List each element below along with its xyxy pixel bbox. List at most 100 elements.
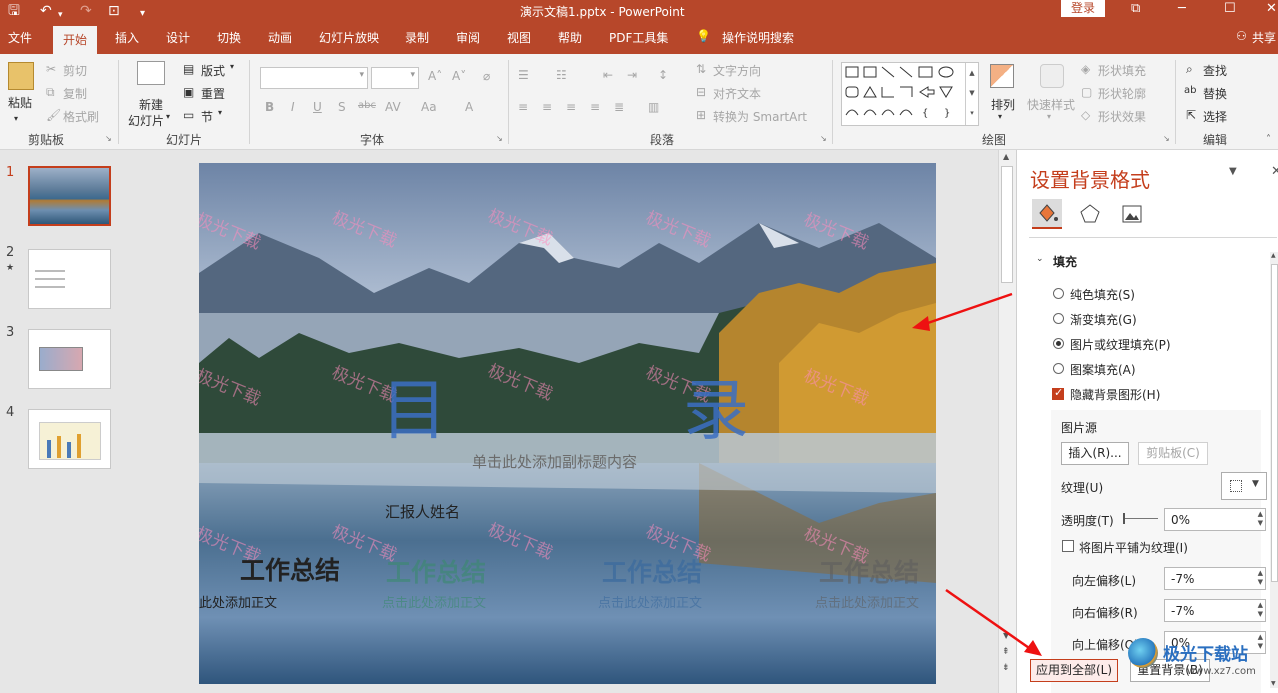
italic-icon[interactable]: I bbox=[291, 100, 295, 114]
shadow-icon[interactable]: S bbox=[338, 100, 346, 114]
tab-design[interactable]: 设计 bbox=[166, 29, 190, 46]
pane-scrollbar[interactable]: ▲ ▼ bbox=[1270, 252, 1278, 688]
replace-icon[interactable]: ab bbox=[1184, 85, 1196, 96]
item-body-3[interactable]: 点击此处添加正文 bbox=[598, 592, 702, 611]
increase-font-icon[interactable]: A˄ bbox=[428, 69, 442, 83]
text-direction-icon[interactable]: ⇅ bbox=[696, 62, 706, 76]
slide-thumb-4[interactable] bbox=[28, 409, 111, 469]
tab-home[interactable]: 开始 bbox=[53, 26, 98, 54]
line-spacing-icon[interactable]: ↕ bbox=[658, 68, 668, 82]
slide-vertical-scrollbar[interactable]: ▲ ▼ ⇞ ⇟ bbox=[998, 150, 1016, 693]
current-slide[interactable]: 极光下载 极光下载 极光下载 极光下载 极光下载 极光下载 极光下载 极光下载 … bbox=[199, 163, 936, 684]
scroll-down-icon[interactable]: ▼ bbox=[1003, 631, 1009, 640]
shape-effects-icon[interactable]: ◇ bbox=[1081, 108, 1090, 122]
quick-styles-icon[interactable] bbox=[1040, 64, 1064, 88]
cut-icon[interactable]: ✂ bbox=[46, 62, 56, 76]
char-spacing-icon[interactable]: AV bbox=[385, 100, 401, 114]
clipboard-button[interactable]: 剪贴板(C) bbox=[1138, 442, 1208, 465]
gradient-fill-label[interactable]: 渐变填充(G) bbox=[1070, 311, 1137, 328]
reset-button[interactable]: 重置 bbox=[201, 85, 225, 102]
format-painter-button[interactable]: 格式刷 bbox=[63, 108, 99, 125]
picture-tab-icon[interactable] bbox=[1117, 199, 1147, 229]
paragraph-launcher-icon[interactable]: ↘ bbox=[820, 134, 827, 143]
tab-record[interactable]: 录制 bbox=[405, 29, 429, 46]
tab-animations[interactable]: 动画 bbox=[268, 29, 292, 46]
maximize-icon[interactable]: ☐ bbox=[1224, 1, 1236, 16]
close-icon[interactable]: ✕ bbox=[1266, 1, 1277, 16]
tab-slideshow[interactable]: 幻灯片放映 bbox=[319, 29, 379, 46]
subtitle-placeholder[interactable]: 单击此处添加副标题内容 bbox=[472, 451, 637, 472]
item-title-3[interactable]: 工作总结 bbox=[602, 553, 702, 589]
arrange-dropdown-icon[interactable]: ▾ bbox=[998, 112, 1002, 121]
arrange-button[interactable]: 排列 bbox=[991, 96, 1015, 113]
tile-checkbox[interactable] bbox=[1062, 540, 1074, 552]
align-right-icon[interactable]: ≡ bbox=[566, 100, 576, 114]
shapes-gallery[interactable]: {} ▲ ▼ ▾ bbox=[841, 62, 979, 126]
shape-outline-button[interactable]: 形状轮廓 bbox=[1098, 85, 1146, 102]
item-title-4[interactable]: 工作总结 bbox=[819, 553, 919, 589]
strikethrough-icon[interactable]: abc bbox=[358, 100, 376, 111]
slide-thumb-1[interactable] bbox=[28, 166, 111, 226]
font-size-dropdown[interactable]: ▾ bbox=[371, 67, 419, 89]
paste-button[interactable]: 粘贴 bbox=[8, 94, 32, 111]
find-icon[interactable]: ⌕ bbox=[1186, 62, 1193, 77]
apply-to-all-button[interactable]: 应用到全部(L) bbox=[1030, 659, 1118, 682]
smartart-icon[interactable]: ⊞ bbox=[696, 108, 706, 122]
collapse-ribbon-icon[interactable]: ˄ bbox=[1266, 134, 1271, 145]
arrange-icon[interactable] bbox=[990, 64, 1014, 88]
pattern-fill-label[interactable]: 图案填充(A) bbox=[1070, 361, 1136, 378]
select-button[interactable]: 选择 bbox=[1203, 108, 1227, 125]
columns-icon[interactable]: ▥ bbox=[648, 100, 659, 114]
bold-icon[interactable]: B bbox=[265, 100, 274, 114]
section-button[interactable]: 节 bbox=[201, 108, 213, 125]
pattern-fill-radio[interactable] bbox=[1053, 363, 1064, 374]
toc-title-right[interactable]: 录 bbox=[683, 357, 749, 453]
slide-thumb-2[interactable] bbox=[28, 249, 111, 309]
quick-styles-dropdown-icon[interactable]: ▾ bbox=[1047, 112, 1051, 121]
new-slide-dropdown-icon[interactable]: ▾ bbox=[166, 112, 170, 121]
shape-fill-button[interactable]: 形状填充 bbox=[1098, 62, 1146, 79]
clipboard-launcher-icon[interactable]: ↘ bbox=[105, 134, 112, 143]
transparency-input[interactable]: 0% ▲ ▼ bbox=[1164, 508, 1266, 531]
reporter-name[interactable]: 汇报人姓名 bbox=[385, 501, 460, 522]
clear-format-icon[interactable]: ⌀ bbox=[483, 69, 490, 83]
layout-icon[interactable]: ▤ bbox=[183, 62, 194, 76]
minimize-icon[interactable]: ─ bbox=[1178, 1, 1186, 16]
replace-button[interactable]: 替换 bbox=[1203, 85, 1227, 102]
numbering-icon[interactable]: ☷ bbox=[556, 68, 567, 82]
section-collapse-icon[interactable]: ⌄ bbox=[1036, 254, 1044, 264]
gradient-fill-radio[interactable] bbox=[1053, 313, 1064, 324]
tab-review[interactable]: 审阅 bbox=[456, 29, 480, 46]
tab-transitions[interactable]: 切换 bbox=[217, 29, 241, 46]
convert-smartart-button[interactable]: 转换为 SmartArt bbox=[713, 108, 807, 125]
slide-thumb-3[interactable] bbox=[28, 329, 111, 389]
scroll-thumb[interactable] bbox=[1001, 166, 1013, 283]
tab-file[interactable]: 文件 bbox=[8, 29, 32, 46]
picture-fill-radio[interactable] bbox=[1053, 338, 1064, 349]
toc-title-left[interactable]: 目 bbox=[381, 357, 447, 453]
section-icon[interactable]: ▭ bbox=[183, 108, 194, 122]
text-direction-button[interactable]: 文字方向 bbox=[713, 62, 761, 79]
offset-left-input[interactable]: -7% ▲ ▼ bbox=[1164, 567, 1266, 590]
distributed-icon[interactable]: ≣ bbox=[614, 100, 624, 114]
pane-close-icon[interactable]: ✕ bbox=[1271, 164, 1278, 179]
drawing-launcher-icon[interactable]: ↘ bbox=[1163, 134, 1170, 143]
login-button[interactable]: 登录 bbox=[1061, 0, 1105, 17]
layout-button[interactable]: 版式 bbox=[201, 62, 225, 79]
new-slide-label2[interactable]: 幻灯片 bbox=[128, 112, 164, 129]
share-button[interactable]: 共享 bbox=[1252, 29, 1276, 46]
underline-icon[interactable]: U bbox=[313, 100, 322, 114]
fill-tab-icon[interactable] bbox=[1032, 199, 1062, 229]
new-slide-icon[interactable] bbox=[137, 61, 165, 85]
picture-fill-label[interactable]: 图片或纹理填充(P) bbox=[1070, 336, 1171, 353]
insert-picture-button[interactable]: 插入(R)... bbox=[1061, 442, 1129, 465]
tell-me-search[interactable]: 操作说明搜索 bbox=[722, 29, 794, 46]
tab-view[interactable]: 视图 bbox=[507, 29, 531, 46]
align-text-button[interactable]: 对齐文本 bbox=[713, 85, 761, 102]
solid-fill-radio[interactable] bbox=[1053, 288, 1064, 299]
item-body-2[interactable]: 点击此处添加正文 bbox=[382, 592, 486, 611]
tab-pdf[interactable]: PDF工具集 bbox=[609, 29, 668, 46]
font-color-icon[interactable]: A bbox=[465, 100, 473, 114]
texture-dropdown[interactable]: ▼ bbox=[1221, 472, 1267, 500]
item-body-4[interactable]: 点击此处添加正文 bbox=[815, 592, 919, 611]
